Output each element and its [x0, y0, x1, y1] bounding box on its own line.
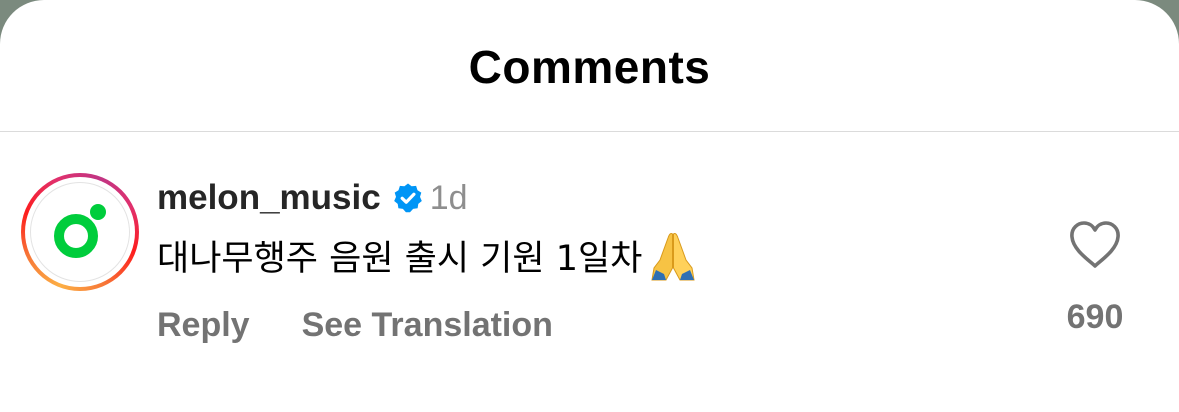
reply-button[interactable]: Reply	[157, 306, 250, 345]
comment-time: 1d	[429, 178, 468, 217]
username-link[interactable]: melon_music	[157, 178, 381, 218]
comments-header: Comments	[0, 0, 1179, 132]
comment-actions: Reply See Translation	[157, 306, 553, 345]
heart-outline-icon[interactable]	[1068, 220, 1122, 270]
folded-hands-icon	[644, 224, 702, 282]
comment-text: 대나무행주 음원 출시 기원 1일차	[157, 238, 643, 279]
melon-logo-icon	[30, 182, 130, 282]
avatar[interactable]	[21, 173, 139, 291]
comment-item: melon_music 1d 대나무행주 음원 출시 기원 1일차 Reply …	[0, 132, 1179, 412]
page-title: Comments	[468, 41, 711, 93]
see-translation-button[interactable]: See Translation	[302, 306, 553, 345]
comments-sheet: Comments melon_music 1d 대나무행주 음원 출시 기원 1…	[0, 0, 1179, 412]
comment-body: 대나무행주 음원 출시 기원 1일차	[157, 228, 702, 282]
verified-badge-icon	[392, 182, 424, 214]
comment-meta: melon_music 1d	[157, 176, 468, 220]
like-count: 690	[1066, 298, 1124, 336]
